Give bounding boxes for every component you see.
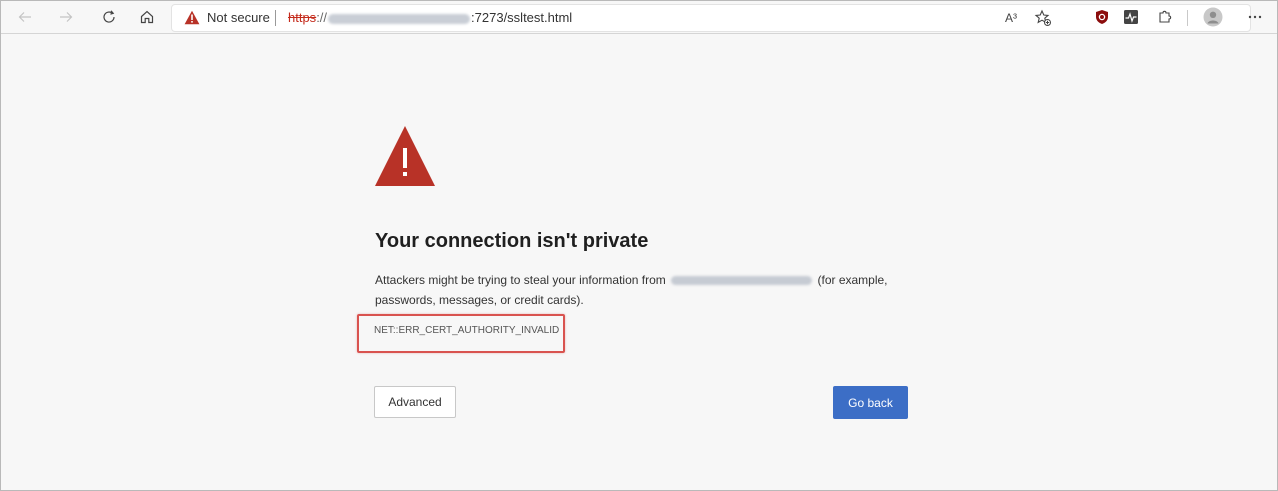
url-scheme-separator: :// (316, 10, 328, 25)
shield-extension-button[interactable] (1091, 6, 1113, 28)
back-button[interactable] (13, 6, 37, 28)
home-icon (140, 10, 154, 24)
extensions-button[interactable] (1154, 6, 1176, 28)
settings-more-button[interactable] (1244, 6, 1266, 28)
security-status-label[interactable]: Not secure (207, 10, 270, 25)
go-back-button[interactable]: Go back (833, 386, 908, 419)
url-port-path: :7273/ssltest.html (471, 10, 573, 25)
puzzle-piece-icon (1159, 10, 1172, 23)
warning-triangle-icon (375, 126, 435, 186)
star-add-icon (1034, 9, 1051, 26)
avatar-icon (1203, 7, 1223, 27)
refresh-button[interactable] (97, 6, 121, 28)
page-title: Your connection isn't private (375, 230, 649, 252)
more-dots-icon (1248, 15, 1262, 19)
toolbar-divider (1187, 10, 1188, 26)
profile-button[interactable] (1202, 6, 1224, 28)
warning-triangle-icon (184, 10, 200, 25)
read-aloud-button[interactable]: A³ (1000, 8, 1022, 28)
refresh-icon (103, 10, 115, 23)
error-description: Attackers might be trying to steal your … (375, 270, 935, 310)
address-bar[interactable]: Not secure https:// :7273/ssltest.html A³ (171, 4, 1251, 32)
url-host-blurred (328, 13, 471, 24)
arrow-left-icon (18, 12, 31, 22)
url-scheme: https (288, 10, 317, 25)
heartbeat-icon (1124, 10, 1138, 24)
blurred-hostname (671, 276, 813, 286)
arrow-right-icon (60, 12, 73, 22)
forward-button[interactable] (54, 6, 78, 28)
home-button[interactable] (135, 6, 159, 28)
browser-window: Not secure https:// :7273/ssltest.html A³ (0, 0, 1278, 491)
description-text-before: Attackers might be trying to steal your … (375, 273, 666, 287)
browser-toolbar: Not secure https:// :7273/ssltest.html A³ (1, 1, 1277, 34)
ublock-shield-icon (1096, 10, 1108, 24)
address-bar-divider (275, 10, 276, 26)
error-code[interactable]: NET::ERR_CERT_AUTHORITY_INVALID (374, 325, 559, 336)
performance-extension-button[interactable] (1120, 6, 1142, 28)
error-page: Your connection isn't private Attackers … (1, 34, 1277, 490)
url-text[interactable]: https:// :7273/ssltest.html (288, 10, 572, 25)
read-aloud-icon: A³ (1005, 11, 1017, 25)
advanced-button[interactable]: Advanced (374, 386, 456, 418)
add-favorite-button[interactable] (1032, 8, 1054, 28)
